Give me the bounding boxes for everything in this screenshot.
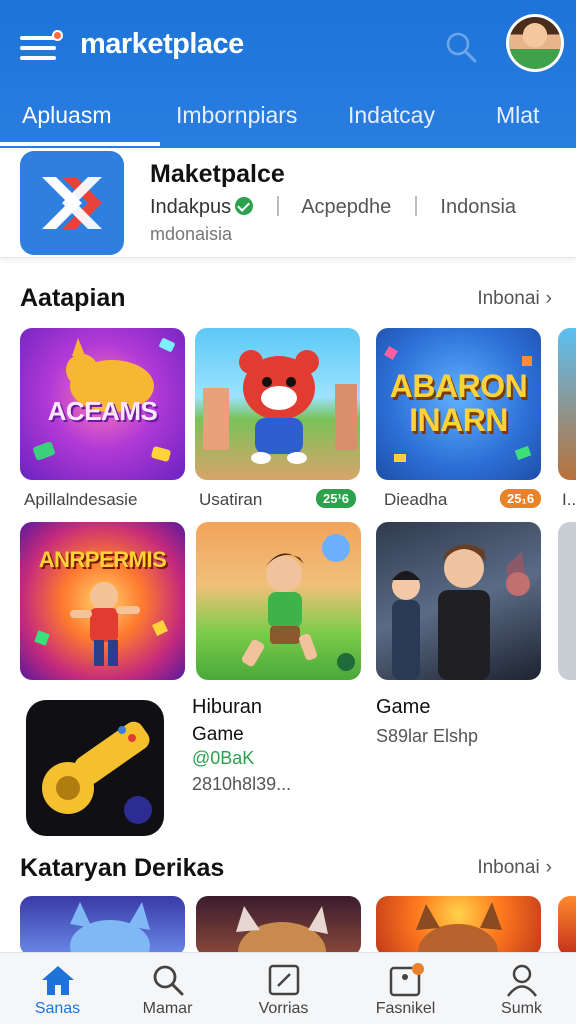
profile-icon [506, 964, 537, 997]
tab-mlat[interactable]: Mlat [496, 102, 539, 129]
app-tile[interactable] [376, 522, 541, 680]
rating-badge: 25₁6 [500, 489, 542, 508]
app-entry-type: Game [192, 724, 244, 745]
app-tile[interactable]: ABARON INARN [376, 328, 541, 480]
chevron-right-icon: › [545, 857, 552, 878]
app-entry-size: 2810h8l39... [192, 774, 292, 794]
notification-dot [52, 30, 63, 41]
app-entry-right-type: Game [376, 696, 431, 718]
nav-item-vorrias[interactable]: Vorrias [226, 953, 341, 1024]
section-title: Kataryan Derikas [20, 854, 225, 882]
featured-app-meta: Indakpus Acpepdhe Indonsia [150, 196, 516, 219]
app-entry-name: Hiburan [192, 696, 263, 718]
tile-art-text: ACEAMS [47, 396, 158, 426]
rating-badge: 25¹6 [316, 489, 357, 508]
see-more-label: Inbonai [477, 857, 540, 878]
home-icon [41, 966, 74, 995]
tile-label: Usatiran [199, 490, 263, 509]
brand-title: marketplace [80, 28, 244, 60]
featured-subtitle: mdonaisia [150, 224, 233, 244]
tab-indatcay[interactable]: Indatcay [348, 102, 435, 129]
app-header: marketplace Apluasm Imbornpiars Indatcay… [0, 0, 576, 148]
app-logo-icon [20, 151, 124, 255]
edit-square-icon [268, 964, 299, 996]
featured-app-card[interactable]: Maketpalce Indakpus Acpepdhe Indonsia md… [0, 148, 576, 258]
tab-imbornpiars[interactable]: Imbornpiars [176, 102, 297, 129]
app-entry-right-sub: S89lar Elshp [376, 726, 479, 746]
app-tile[interactable]: ANRPERMIS [20, 522, 185, 680]
tile-art-text: ABARON INARN [389, 368, 528, 438]
notification-box-icon [389, 963, 424, 997]
section-title: Aatapian [20, 284, 126, 312]
avatar[interactable] [506, 14, 564, 72]
nav-label: Fasnikel [375, 1000, 436, 1017]
app-tile[interactable] [558, 522, 576, 680]
search-icon [153, 965, 183, 996]
see-more-label: Inbonai [477, 288, 540, 309]
nav-item-mamar[interactable]: Mamar [110, 953, 225, 1024]
marketplace-screen: marketplace Apluasm Imbornpiars Indatcay… [0, 0, 576, 1024]
category-tabs: Apluasm Imbornpiars Indatcay Mlat [0, 96, 576, 148]
app-tile[interactable] [558, 896, 576, 956]
menu-button[interactable] [20, 30, 63, 64]
featured-category: Acpepdhe [301, 196, 392, 218]
chevron-right-icon: › [545, 288, 552, 309]
nav-item-fasnikel[interactable]: Fasnikel [348, 953, 463, 1024]
nav-label: Mamar [142, 1000, 193, 1017]
nav-label: Sumk [501, 1000, 542, 1017]
app-tile[interactable] [196, 896, 361, 956]
app-tile[interactable] [196, 522, 361, 680]
developer-name: Indakpus [150, 196, 232, 218]
nav-label: Sanas [34, 1000, 81, 1017]
see-more-link[interactable]: Inbonai › [477, 857, 552, 879]
verified-check-icon [235, 197, 254, 215]
tab-apluasm[interactable]: Apluasm [22, 102, 111, 129]
bottom-navigation: Sanas Mamar Vorrias Fasnikel Sumk [0, 952, 576, 1024]
app-tile[interactable] [195, 328, 360, 480]
app-entry-price: @0BaK [192, 748, 255, 768]
tile-label: I... [562, 490, 576, 509]
featured-app-title: Maketpalce [150, 160, 285, 188]
featured-region: Indonsia [440, 196, 517, 218]
app-tile[interactable] [20, 896, 185, 956]
nav-item-sanas[interactable]: Sanas [0, 953, 115, 1024]
see-more-link[interactable]: Inbonai › [477, 288, 552, 310]
tile-label: Dieadha [384, 490, 448, 509]
tile-art-text: ANRPERMIS [38, 547, 167, 572]
search-icon[interactable] [444, 30, 478, 64]
app-tile[interactable] [558, 328, 576, 480]
active-tab-indicator [0, 142, 160, 146]
app-tile[interactable] [376, 896, 541, 956]
key-app-icon[interactable] [26, 700, 164, 836]
tile-label: Apillalndesasie [24, 490, 138, 509]
nav-label: Vorrias [258, 1000, 309, 1017]
app-tile[interactable]: ACEAMS [20, 328, 185, 480]
nav-item-sumk[interactable]: Sumk [464, 953, 576, 1024]
